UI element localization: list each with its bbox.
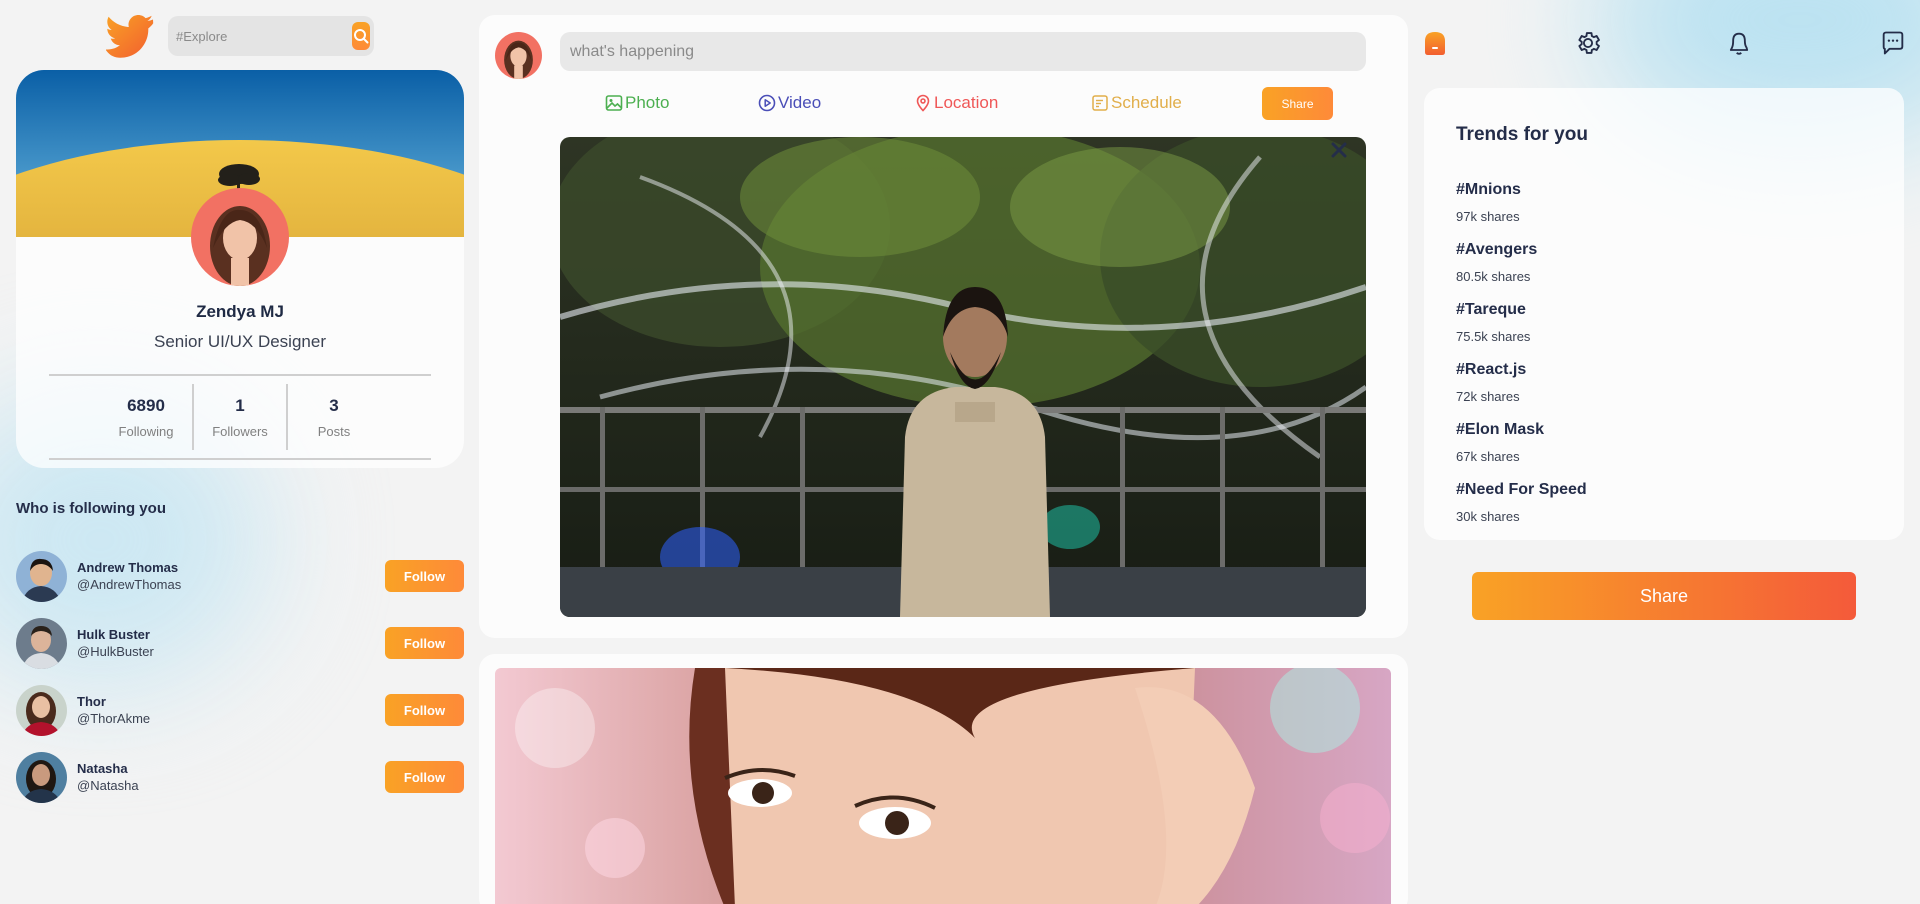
trend-tag: #Tareque xyxy=(1456,301,1526,318)
follow-button[interactable]: Follow xyxy=(385,761,464,793)
follower-item: Natasha @Natasha Follow xyxy=(16,751,464,803)
stat-label: Posts xyxy=(317,423,351,439)
share-button[interactable]: Share xyxy=(1472,572,1856,620)
trend-item[interactable]: #Need For Speed 30k shares xyxy=(1456,481,1587,524)
trend-shares: 72k shares xyxy=(1456,389,1520,404)
trend-item[interactable]: #Mnions 97k shares xyxy=(1456,181,1521,224)
option-label: Photo xyxy=(625,93,670,112)
option-label: Location xyxy=(934,93,999,112)
option-photo[interactable]: Photo xyxy=(605,93,669,113)
profile-role: Senior UI/UX Designer xyxy=(154,332,326,351)
follow-button[interactable]: Follow xyxy=(385,560,464,592)
trend-shares: 30k shares xyxy=(1456,509,1520,524)
post-card xyxy=(479,654,1408,904)
trend-tag: #Avengers xyxy=(1456,241,1538,258)
follower-handle: @Natasha xyxy=(77,778,139,793)
option-schedule[interactable]: Schedule xyxy=(1091,93,1182,113)
option-label: Video xyxy=(778,93,822,112)
follower-item: Hulk Buster @HulkBuster Follow xyxy=(16,617,464,669)
avatar[interactable] xyxy=(16,684,67,736)
share-button[interactable]: Share xyxy=(1262,87,1333,120)
stat-label: Following xyxy=(118,423,174,439)
trend-shares: 75.5k shares xyxy=(1456,329,1531,344)
chat-icon xyxy=(1882,31,1904,55)
stat-followers[interactable]: 1 Followers xyxy=(194,384,286,450)
stat-value: 3 xyxy=(329,395,339,415)
follower-handle: @HulkBuster xyxy=(77,644,154,659)
follower-name: Thor xyxy=(77,694,106,709)
notifications-button[interactable] xyxy=(1722,26,1756,60)
trend-tag: #React.js xyxy=(1456,361,1527,378)
play-circle-icon xyxy=(758,94,776,112)
profile-card: Zendya MJ Senior UI/UX Designer 6890 Fol… xyxy=(16,70,464,468)
stat-value: 6890 xyxy=(127,395,165,415)
option-label: Schedule xyxy=(1111,93,1182,112)
follow-button[interactable]: Follow xyxy=(385,694,464,726)
stat-value: 1 xyxy=(235,395,245,415)
home-button[interactable] xyxy=(1418,26,1452,60)
bell-icon xyxy=(1729,32,1749,55)
follower-handle: @ThorAkme xyxy=(77,711,151,726)
profile-avatar[interactable] xyxy=(191,188,289,286)
divider xyxy=(49,374,431,376)
trend-shares: 80.5k shares xyxy=(1456,269,1531,284)
follower-item: Andrew Thomas @AndrewThomas Follow xyxy=(16,550,464,602)
option-video[interactable]: Video xyxy=(758,93,821,113)
stat-label: Followers xyxy=(212,423,268,439)
nav-icons xyxy=(0,26,1920,62)
stat-posts[interactable]: 3 Posts xyxy=(288,384,380,450)
calendar-icon xyxy=(1092,95,1108,111)
follower-name: Natasha xyxy=(77,761,128,776)
avatar[interactable] xyxy=(16,617,67,669)
messages-button[interactable] xyxy=(1876,26,1910,60)
location-pin-icon xyxy=(916,94,930,112)
option-location[interactable]: Location xyxy=(914,93,998,113)
post-share-card: Photo Video Location Schedule Share xyxy=(479,15,1408,638)
divider xyxy=(49,458,431,460)
trend-tag: #Need For Speed xyxy=(1456,481,1587,498)
trends-card: Trends for you #Mnions 97k shares #Aveng… xyxy=(1424,88,1904,540)
trend-item[interactable]: #Elon Mask 67k shares xyxy=(1456,421,1544,464)
close-icon xyxy=(1331,142,1347,158)
trend-shares: 67k shares xyxy=(1456,449,1520,464)
follower-name: Hulk Buster xyxy=(77,627,150,642)
gear-icon xyxy=(1578,32,1600,54)
post-image[interactable] xyxy=(495,668,1391,904)
follower-name: Andrew Thomas xyxy=(77,560,179,575)
image-icon xyxy=(605,95,623,111)
close-preview-button[interactable] xyxy=(1327,138,1351,162)
profile-stats: 6890 Following 1 Followers 3 Posts xyxy=(16,384,464,450)
trend-item[interactable]: #Avengers 80.5k shares xyxy=(1456,241,1537,284)
followers-title: Who is following you xyxy=(16,500,166,517)
profile-name: Zendya MJ xyxy=(196,302,284,321)
trend-tag: #Elon Mask xyxy=(1456,421,1545,438)
follow-button[interactable]: Follow xyxy=(385,627,464,659)
trend-item[interactable]: #Tareque 75.5k shares xyxy=(1456,301,1530,344)
avatar[interactable] xyxy=(16,751,67,803)
stat-following[interactable]: 6890 Following xyxy=(100,384,192,450)
trends-title: Trends for you xyxy=(1456,124,1588,145)
follower-handle: @AndrewThomas xyxy=(77,577,182,592)
follower-item: Thor @ThorAkme Follow xyxy=(16,684,464,736)
settings-button[interactable] xyxy=(1571,26,1605,60)
image-preview xyxy=(560,137,1366,617)
trend-tag: #Mnions xyxy=(1456,181,1521,198)
home-icon xyxy=(1425,32,1445,55)
trend-item[interactable]: #React.js 72k shares xyxy=(1456,361,1526,404)
avatar[interactable] xyxy=(16,550,67,602)
trend-shares: 97k shares xyxy=(1456,209,1520,224)
